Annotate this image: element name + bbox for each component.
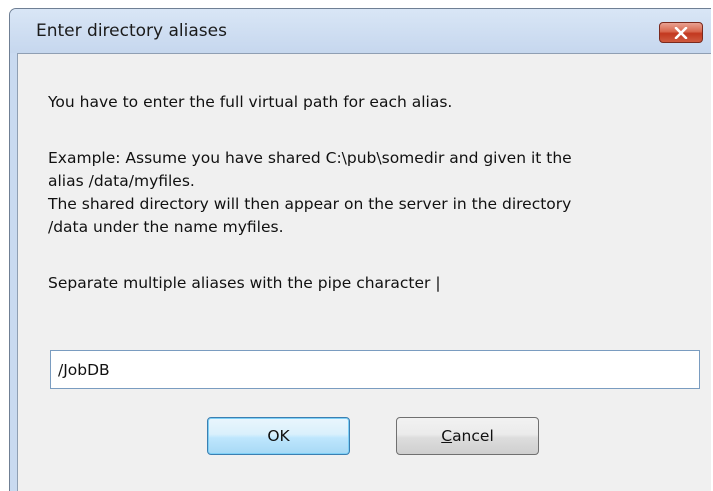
example-text-line-4: /data under the name myfiles. xyxy=(48,218,284,236)
close-icon xyxy=(674,26,688,39)
ok-button[interactable]: OK xyxy=(207,417,350,455)
alias-input[interactable] xyxy=(50,350,700,389)
ok-button-label: OK xyxy=(267,427,290,445)
cancel-label-rest: ancel xyxy=(452,427,494,445)
cancel-button[interactable]: Cancel xyxy=(396,417,539,455)
cancel-accelerator: C xyxy=(441,427,453,445)
example-text-line-2: alias /data/myfiles. xyxy=(48,172,195,190)
dialog-window: Enter directory aliases You have to ente… xyxy=(9,8,711,491)
separator-hint-text: Separate multiple aliases with the pipe … xyxy=(48,274,441,292)
dialog-title: Enter directory aliases xyxy=(36,21,227,41)
close-button[interactable] xyxy=(659,22,703,43)
cancel-button-label: Cancel xyxy=(441,427,494,445)
instruction-text: You have to enter the full virtual path … xyxy=(48,93,453,111)
title-bar[interactable]: Enter directory aliases xyxy=(10,9,711,53)
dialog-body: You have to enter the full virtual path … xyxy=(17,53,711,491)
example-text-line-3: The shared directory will then appear on… xyxy=(48,195,572,213)
example-text-line-1: Example: Assume you have shared C:\pub\s… xyxy=(48,149,572,167)
